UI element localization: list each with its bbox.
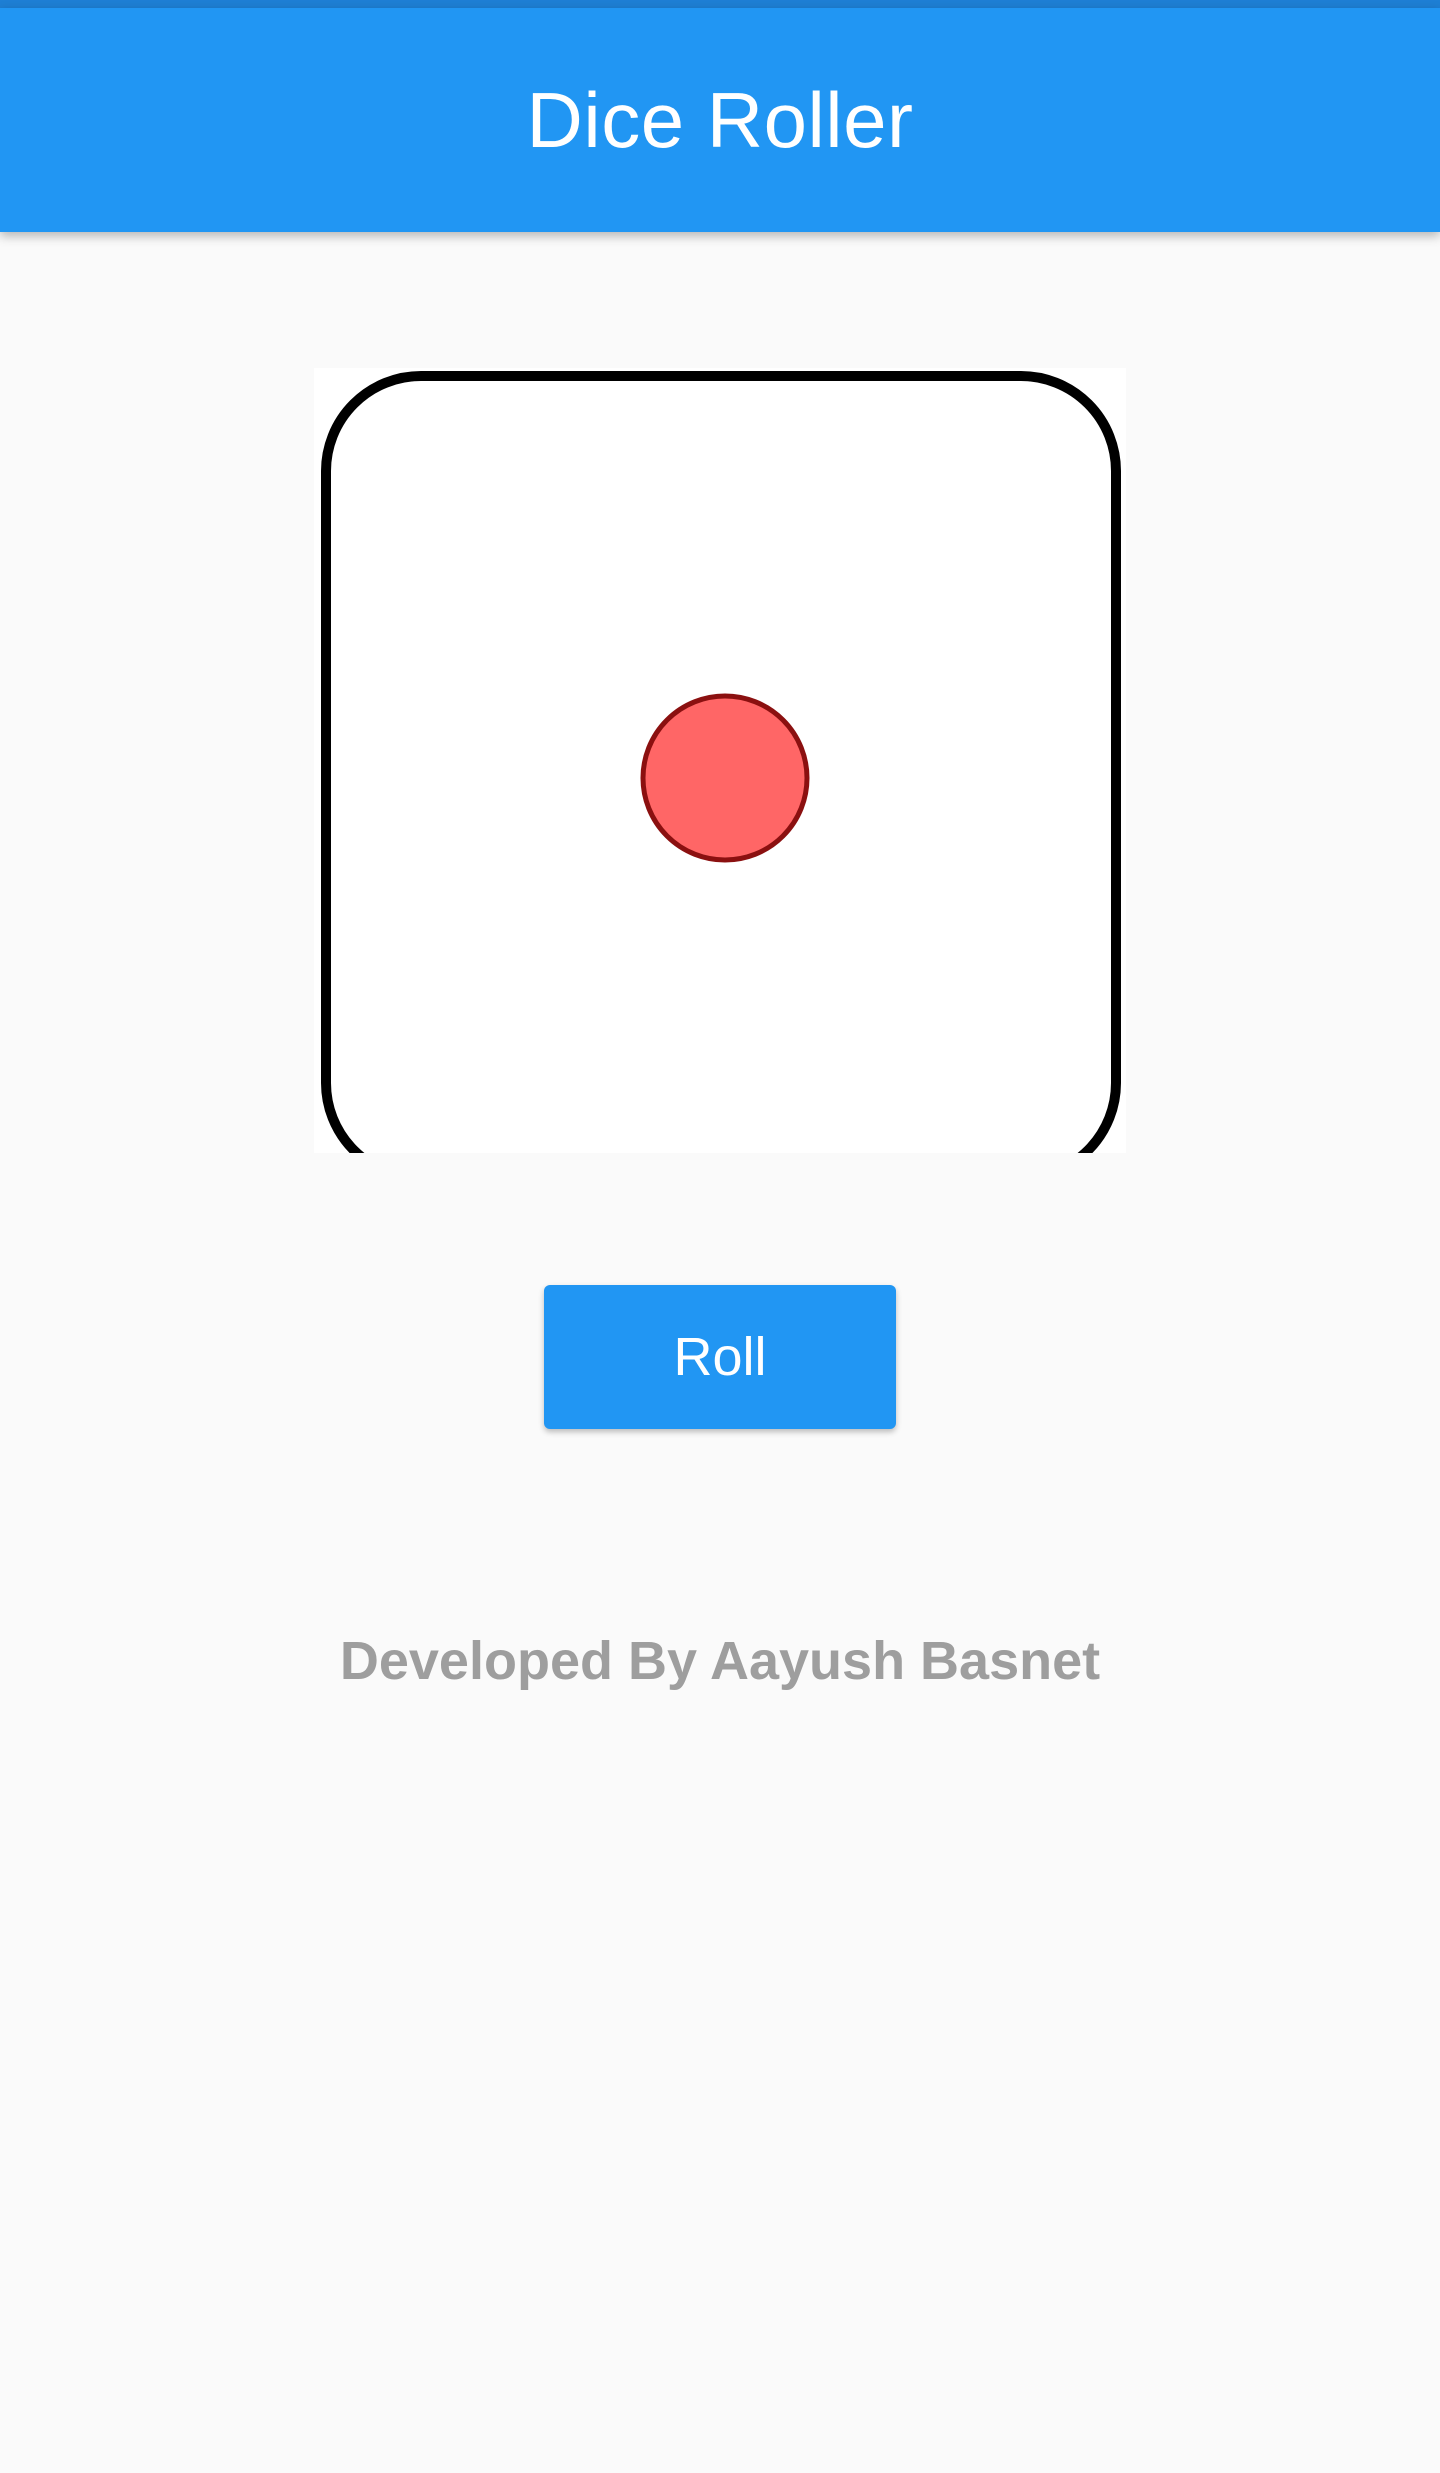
app-bar: Dice Roller (0, 8, 1440, 232)
dice-face-one-icon (321, 371, 1121, 1153)
roll-button[interactable]: Roll (544, 1285, 896, 1429)
developer-credit: Developed By Aayush Basnet (339, 1631, 1101, 1691)
dice-image (314, 368, 1126, 1153)
dice-pip (640, 693, 810, 863)
status-bar-strip (0, 0, 1440, 8)
app-title: Dice Roller (526, 75, 914, 164)
